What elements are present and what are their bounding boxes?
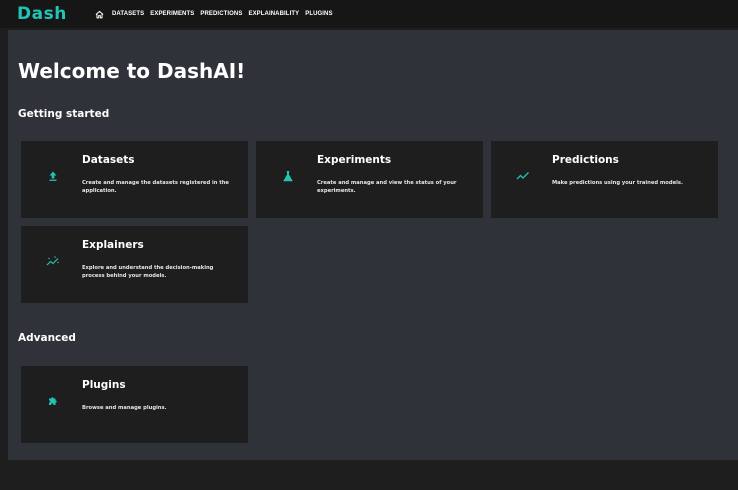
card-description: Create and manage the datasets registere…	[82, 180, 229, 194]
dash-logo[interactable]: Dash	[17, 0, 79, 28]
card-title: Predictions	[552, 154, 619, 166]
puzzle-icon	[46, 394, 60, 408]
card-description: Create and manage and view the status of…	[317, 180, 457, 194]
main-content: Welcome to DashAI! Getting started Datas…	[8, 30, 738, 460]
nav-predictions[interactable]: PREDICTIONS	[200, 11, 242, 17]
getting-started-heading: Getting started	[18, 108, 110, 120]
bottom-band	[0, 460, 738, 490]
card-predictions[interactable]: Predictions Make predictions using your …	[491, 141, 718, 218]
nav-plugins[interactable]: PLUGINS	[305, 11, 332, 17]
page-title: Welcome to DashAI!	[18, 59, 246, 83]
card-description: Browse and manage plugins.	[82, 405, 167, 411]
nav-explainability[interactable]: EXPLAINABILITY	[248, 11, 299, 17]
home-icon[interactable]	[93, 8, 105, 20]
nav-datasets[interactable]: DATASETS	[112, 11, 144, 17]
flask-icon	[281, 169, 295, 183]
card-title: Plugins	[82, 379, 126, 391]
insights-icon	[46, 254, 60, 268]
card-title: Explainers	[82, 239, 144, 251]
top-navbar: Dash DATASETS EXPERIMENTS PREDICTIONS EX…	[0, 0, 738, 28]
advanced-heading: Advanced	[18, 332, 76, 344]
upload-icon	[46, 169, 60, 183]
card-datasets[interactable]: Datasets Create and manage the datasets …	[21, 141, 248, 218]
card-explainers[interactable]: Explainers Explore and understand the de…	[21, 226, 248, 303]
card-plugins[interactable]: Plugins Browse and manage plugins.	[21, 366, 248, 443]
card-description: Explore and understand the decision-maki…	[82, 265, 214, 279]
nav-experiments[interactable]: EXPERIMENTS	[150, 11, 194, 17]
trending-up-icon	[516, 169, 530, 183]
main-nav: DATASETS EXPERIMENTS PREDICTIONS EXPLAIN…	[112, 11, 339, 17]
card-description: Make predictions using your trained mode…	[552, 180, 683, 186]
card-title: Datasets	[82, 154, 135, 166]
card-title: Experiments	[317, 154, 392, 166]
card-experiments[interactable]: Experiments Create and manage and view t…	[256, 141, 483, 218]
